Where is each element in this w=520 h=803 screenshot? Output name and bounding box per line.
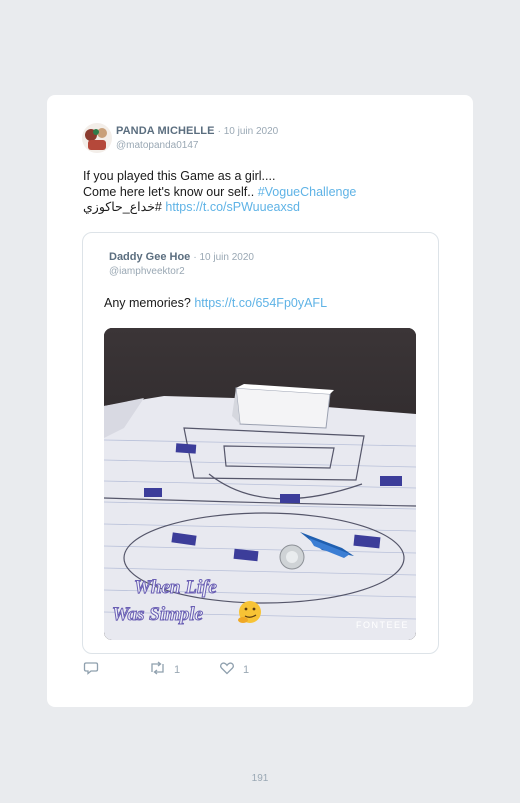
- hashtag-link[interactable]: #VogueChallenge: [258, 185, 357, 199]
- heart-icon: [219, 660, 235, 679]
- media-watermark: FONTEEE: [356, 620, 409, 630]
- author-name[interactable]: PANDA MICHELLE: [116, 125, 215, 137]
- reply-icon: [83, 660, 99, 679]
- quoted-text-body: Any memories?: [104, 296, 195, 310]
- avatar[interactable]: [82, 123, 112, 153]
- tweet-date[interactable]: · 10 juin 2020: [218, 126, 279, 137]
- media-caption-line-1: When Life: [134, 577, 217, 598]
- tweet-line-2-text: Come here let's know our self..: [83, 184, 258, 199]
- quoted-author: Daddy Gee Hoe · 10 juin 2020 @iamphveekt…: [109, 251, 254, 278]
- tweet-actions: 1 1: [83, 660, 443, 680]
- tweet-text: If you played this Game as a girl.... Co…: [83, 169, 443, 216]
- retweet-icon: [149, 660, 166, 679]
- tweet-card: PANDA MICHELLE · 10 juin 2020 @matopanda…: [47, 95, 473, 707]
- quoted-tweet[interactable]: Daddy Gee Hoe · 10 juin 2020 @iamphveekt…: [82, 232, 439, 654]
- tweet-author: PANDA MICHELLE · 10 juin 2020 @matopanda…: [116, 125, 278, 152]
- quoted-handle[interactable]: @iamphveektor2: [109, 265, 254, 278]
- tweet-line-3: #خداع_حاكوزي https://t.co/sPWuueaxsd: [83, 200, 443, 216]
- quoted-date[interactable]: · 10 juin 2020: [193, 252, 254, 263]
- media-caption-line-2: Was Simple: [112, 604, 204, 625]
- author-handle[interactable]: @matopanda0147: [116, 139, 278, 152]
- page-number: 191: [251, 773, 269, 784]
- quoted-link[interactable]: https://t.co/654Fp0yAFL: [194, 296, 327, 310]
- arabic-hashtag[interactable]: #خداع_حاكوزي: [83, 200, 162, 214]
- reply-button[interactable]: [83, 660, 107, 679]
- retweet-button[interactable]: 1: [149, 660, 180, 679]
- tweet-link[interactable]: https://t.co/sPWuueaxsd: [165, 200, 300, 214]
- like-button[interactable]: 1: [219, 660, 249, 679]
- retweet-count: 1: [174, 663, 181, 676]
- like-count: 1: [243, 663, 250, 676]
- quoted-text: Any memories? https://t.co/654Fp0yAFL: [104, 296, 327, 310]
- tweet-line-2: Come here let's know our self.. #VogueCh…: [83, 185, 443, 201]
- tweet-line-1: If you played this Game as a girl....: [83, 169, 276, 183]
- quoted-media-image[interactable]: When Life Was Simple FONTEEE: [104, 328, 416, 640]
- quoted-author-name[interactable]: Daddy Gee Hoe: [109, 251, 190, 263]
